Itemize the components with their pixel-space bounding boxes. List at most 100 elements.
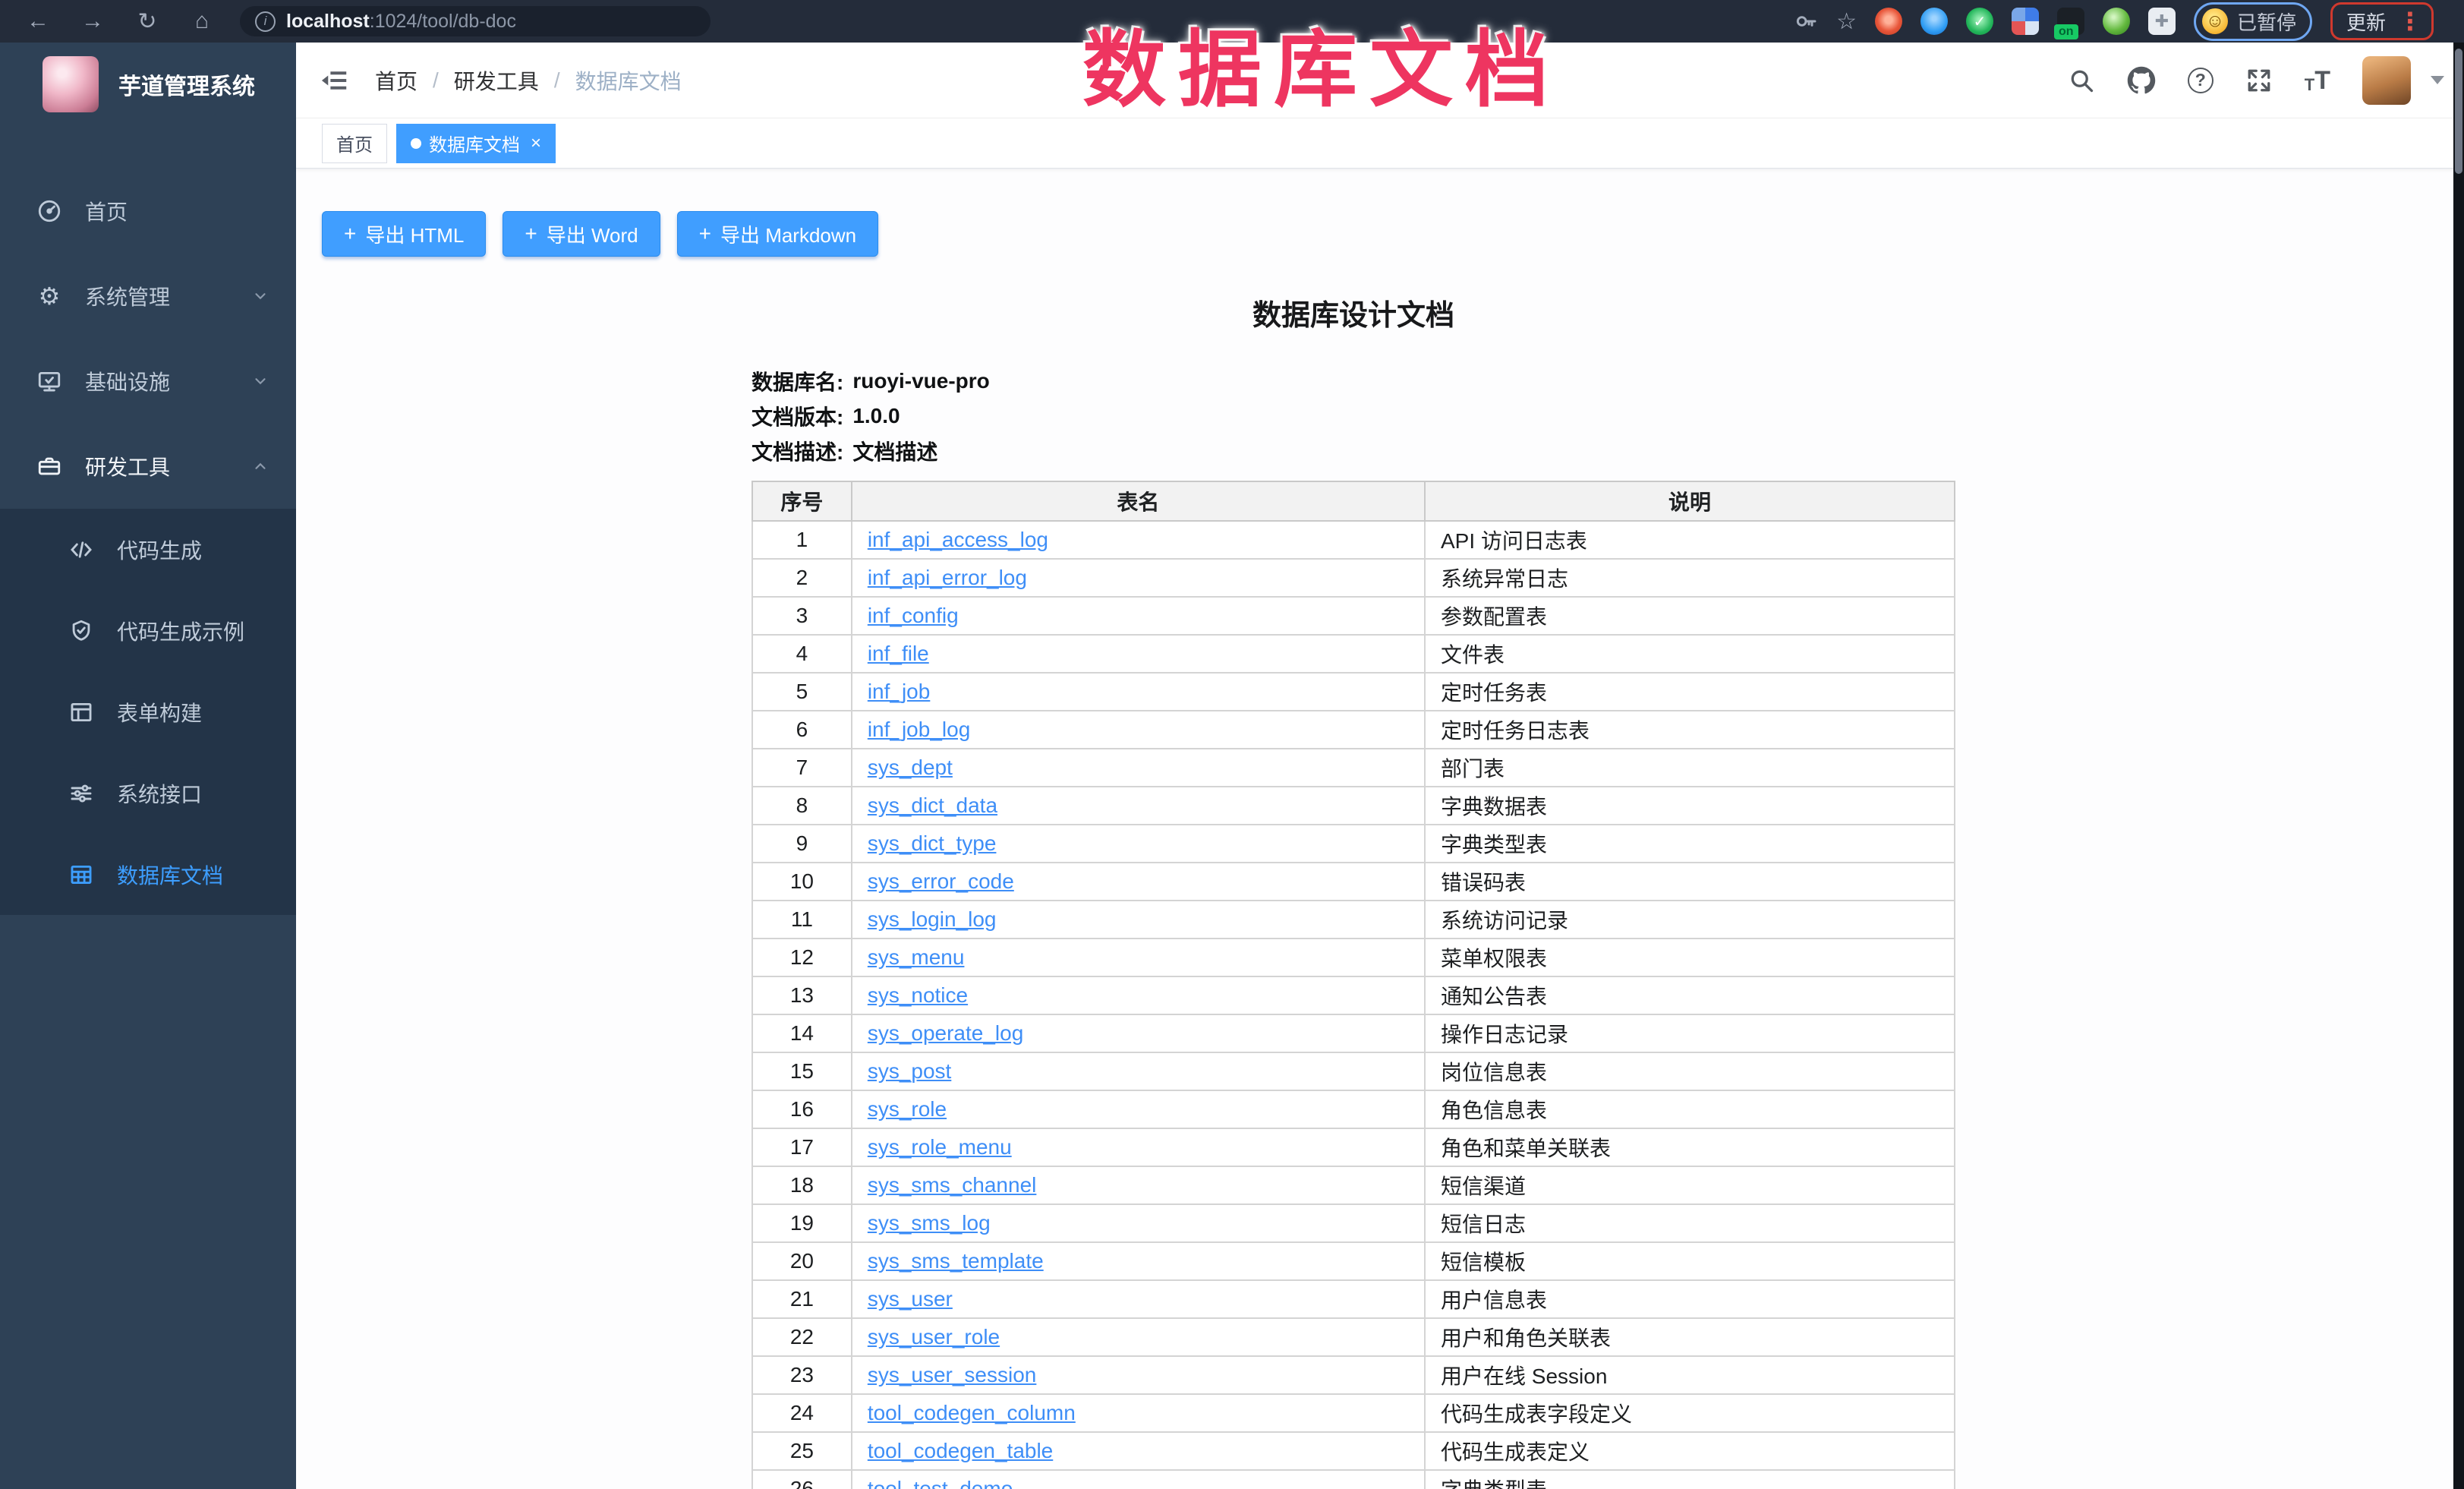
sidebar-item-infra[interactable]: 基础设施 [0,339,296,424]
table-description-cell: 文件表 [1425,635,1955,673]
bookmark-star-icon[interactable]: ☆ [1836,8,1857,35]
table-row-index: 22 [752,1318,852,1356]
page-scrollbar[interactable] [2453,43,2464,1489]
table-name-link[interactable]: inf_api_error_log [868,566,1027,589]
table-row-index: 1 [752,521,852,559]
table-name-link[interactable]: inf_config [868,604,959,627]
sidebar-item-codegen-demo[interactable]: 代码生成示例 [0,590,296,671]
sidebar-logo-row[interactable]: 芋道管理系统 [0,43,296,126]
tag-db-doc[interactable]: 数据库文档 × [396,124,556,163]
extension-icon-pin[interactable] [1920,8,1948,35]
table-name-link[interactable]: inf_job [868,680,931,703]
table-name-link[interactable]: sys_user_role [868,1325,1000,1349]
sidebar-item-devtools[interactable]: 研发工具 [0,424,296,509]
table-row: 1inf_api_access_logAPI 访问日志表 [752,521,1955,559]
sidebar-item-api[interactable]: 系统接口 [0,752,296,834]
table-name-link[interactable]: sys_user [868,1287,953,1311]
table-name-link[interactable]: sys_sms_log [868,1211,991,1235]
browser-update-chip[interactable]: 更新 ⋮ [2330,2,2434,40]
table-name-link[interactable]: sys_post [868,1059,952,1083]
table-name-link[interactable]: sys_sms_channel [868,1173,1037,1197]
table-row: 23sys_user_session用户在线 Session [752,1356,1955,1394]
browser-home-button[interactable]: ⌂ [175,8,229,34]
table-name-cell: sys_sms_template [852,1242,1425,1280]
table-name-link[interactable]: sys_sms_template [868,1249,1044,1273]
sidebar-item-db-doc[interactable]: 数据库文档 [0,834,296,915]
active-tag-dot [411,138,421,149]
close-icon[interactable]: × [531,133,541,154]
tag-home[interactable]: 首页 [322,124,387,163]
sidebar: 芋道管理系统 首页 ⚙ 系统管理 [0,43,296,1489]
gear-icon: ⚙ [35,284,64,308]
fullscreen-icon[interactable] [2245,67,2273,94]
extension-icon-red[interactable] [1875,8,1902,35]
profile-sync-paused-badge[interactable]: ☺ 已暂停 [2194,2,2312,41]
browser-back-button[interactable]: ← [11,8,65,34]
table-name-cell: sys_post [852,1052,1425,1090]
table-description-cell: 错误码表 [1425,863,1955,901]
breadcrumb-home[interactable]: 首页 [375,65,417,96]
table-name-link[interactable]: sys_login_log [868,907,997,931]
table-description-cell: 用户信息表 [1425,1280,1955,1318]
export-html-button[interactable]: + 导出 HTML [322,211,486,257]
user-menu-caret-icon[interactable] [2431,76,2444,84]
app-title: 芋道管理系统 [118,68,255,101]
table-name-cell: sys_role [852,1090,1425,1128]
table-name-link[interactable]: tool_codegen_column [868,1401,1076,1424]
help-icon[interactable]: ? [2188,68,2214,93]
sidebar-item-codegen[interactable]: 代码生成 [0,509,296,590]
table-name-link[interactable]: inf_job_log [868,718,970,741]
table-name-link[interactable]: sys_notice [868,983,968,1007]
table-row-index: 23 [752,1356,852,1394]
export-button-label: 导出 Word [547,220,638,248]
table-name-link[interactable]: sys_dept [868,756,953,779]
sidebar-item-home[interactable]: 首页 [0,169,296,254]
table-name-link[interactable]: sys_operate_log [868,1021,1023,1045]
table-name-link[interactable]: tool_test_demo [868,1477,1013,1489]
browser-menu-icon[interactable]: ⋮ [2398,7,2422,36]
tables-overview-table: 序号 表名 说明 1inf_api_access_logAPI 访问日志表2in… [751,481,1955,1489]
table-name-cell: sys_dept [852,749,1425,787]
github-icon[interactable] [2127,66,2156,95]
table-name-link[interactable]: sys_user_session [868,1363,1037,1386]
font-size-icon[interactable]: TT [2305,68,2330,93]
table-name-link[interactable]: sys_role_menu [868,1135,1012,1159]
doc-info: 数据库名: ruoyi-vue-pro 文档版本: 1.0.0 文档描述: 文档… [751,364,1955,468]
sidebar-item-system[interactable]: ⚙ 系统管理 [0,254,296,339]
sidebar-collapse-icon[interactable] [319,68,349,93]
doc-info-row: 数据库名: ruoyi-vue-pro [751,364,1955,399]
user-avatar[interactable] [2362,56,2411,105]
table-name-link[interactable]: sys_error_code [868,869,1014,893]
table-name-link[interactable]: inf_file [868,642,929,665]
browser-forward-button[interactable]: → [65,8,120,34]
extension-icon-grid[interactable] [2012,8,2039,35]
browser-reload-button[interactable]: ↻ [120,8,175,35]
search-icon[interactable] [2068,67,2095,94]
table-name-link[interactable]: sys_dict_type [868,831,997,855]
sidebar-item-label: 表单构建 [117,697,202,727]
table-name-link[interactable]: sys_menu [868,945,965,969]
tag-label: 数据库文档 [429,130,520,156]
extension-icon-leaf[interactable] [2103,8,2130,35]
breadcrumb-devtools[interactable]: 研发工具 [454,65,539,96]
table-name-link[interactable]: sys_dict_data [868,793,997,817]
export-markdown-button[interactable]: + 导出 Markdown [677,211,879,257]
password-key-icon[interactable] [1794,9,1818,33]
sidebar-item-form-builder[interactable]: 表单构建 [0,671,296,752]
table-name-link[interactable]: sys_role [868,1097,947,1121]
export-word-button[interactable]: + 导出 Word [503,211,660,257]
col-header-description: 说明 [1425,481,1955,521]
table-row-index: 14 [752,1014,852,1052]
table-row-index: 26 [752,1470,852,1489]
table-name-link[interactable]: tool_codegen_table [868,1439,1053,1462]
table-row-index: 13 [752,976,852,1014]
table-description-cell: 字典类型表 [1425,1470,1955,1489]
scrollbar-thumb[interactable] [2455,49,2462,174]
extension-icon-check[interactable]: ✓ [1966,8,1993,35]
browser-toolbar-right: ☆ ✓ on ✚ ☺ 已暂停 更新 ⋮ [1794,2,2453,41]
address-bar[interactable]: i localhost:1024/tool/db-doc [240,6,711,36]
extensions-puzzle-icon[interactable]: ✚ [2148,8,2176,35]
table-name-link[interactable]: inf_api_access_log [868,528,1048,551]
page-info-icon[interactable]: i [255,11,276,32]
extension-icon-proxy[interactable]: on [2057,8,2084,35]
